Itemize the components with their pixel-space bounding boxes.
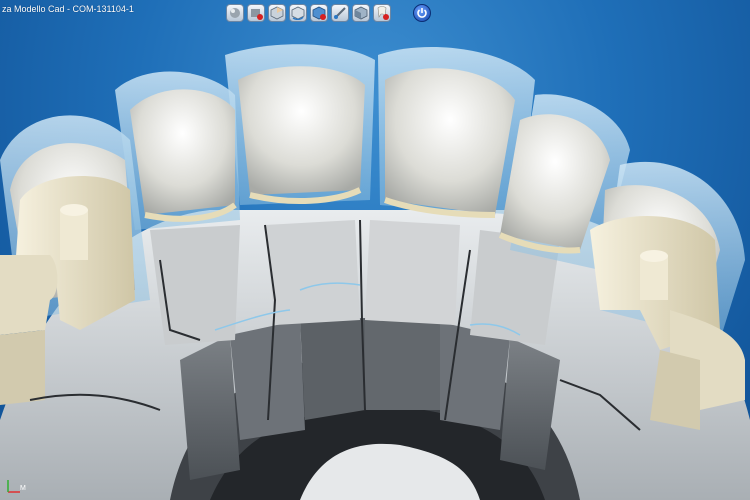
power-icon xyxy=(417,8,427,18)
cube-view-button[interactable] xyxy=(268,4,286,22)
power-button[interactable] xyxy=(413,4,431,22)
cube-delete-button[interactable] xyxy=(310,4,328,22)
axis-indicator: M xyxy=(7,480,26,493)
cube-rotate-button[interactable] xyxy=(289,4,307,22)
axis-label: M xyxy=(20,485,26,492)
3d-viewport[interactable] xyxy=(0,0,750,500)
cube-rotate-icon xyxy=(291,6,305,20)
measure-tool-button[interactable] xyxy=(331,4,349,22)
tooth-delete-button[interactable] xyxy=(373,4,391,22)
window-title: za Modello Cad - COM-131104-1 xyxy=(2,4,134,14)
model-remove-icon xyxy=(251,9,263,20)
cube-delete-icon xyxy=(312,6,326,20)
tooth-delete-icon xyxy=(377,6,389,20)
model-view-button[interactable] xyxy=(226,4,244,22)
model-remove-button[interactable] xyxy=(247,4,265,22)
cad-window: za Modello Cad - COM-131104-1 M xyxy=(0,0,750,500)
model-shading-button[interactable] xyxy=(352,4,370,22)
cube-view-icon xyxy=(270,6,284,20)
toolbar xyxy=(226,2,434,24)
model-view-icon xyxy=(230,8,240,18)
measure-tool-icon xyxy=(334,7,346,19)
model-shading-icon xyxy=(354,6,368,20)
